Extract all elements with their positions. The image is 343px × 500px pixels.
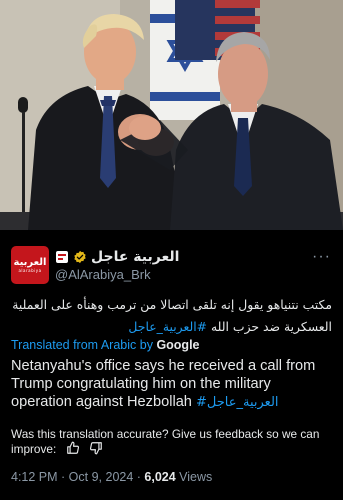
thumbs-down-icon[interactable] [89,441,103,458]
translation-feedback: Was this translation accurate? Give us f… [11,427,333,458]
author-handle[interactable]: @AlArabiya_Brk [55,267,151,282]
tweet-header: العربية alarabiya العربية عاجل @AlArabiy… [11,246,333,286]
logo-subtitle: alarabiya [18,268,42,273]
translation-attribution[interactable]: Translated from Arabic by Google [11,338,200,352]
meta-separator: · [57,470,69,484]
author-name-row: العربية عاجل [55,248,179,265]
original-hashtag-link[interactable]: #العربية_عاجل [128,319,207,334]
tweet-card: العربية alarabiya العربية عاجل @AlArabiy… [0,230,343,500]
meta-separator: · [133,470,145,484]
verified-badge-icon[interactable] [73,250,87,264]
translated-by-label: Translated from Arabic by [11,338,157,352]
more-options-icon[interactable]: ··· [312,248,331,266]
tweet-translated-text: Netanyahu's office says he received a ca… [11,357,335,412]
tweet-photo[interactable] [0,0,343,230]
affiliate-badge-icon[interactable] [55,250,69,264]
google-logo: Google [156,338,200,352]
tweet-original-text: مكتب نتنياهو يقول إنه تلقى اتصالا من ترم… [10,294,332,338]
avatar[interactable]: العربية alarabiya [11,246,49,284]
views-count: 6,024 [144,470,176,484]
tweet-time[interactable]: 4:12 PM [11,470,58,484]
author-display-name[interactable]: العربية عاجل [91,249,179,265]
feedback-prompt: Was this translation accurate? Give us f… [11,427,320,456]
translated-hashtag-link[interactable]: #العربية_عاجل [196,395,279,410]
thumbs-up-icon[interactable] [66,441,80,458]
logo-wordmark: العربية [13,257,47,268]
tweet-meta: 4:12 PM · Oct 9, 2024 · 6,024 Views [11,470,212,484]
tweet-date[interactable]: Oct 9, 2024 [69,470,134,484]
views-label: Views [175,470,213,484]
